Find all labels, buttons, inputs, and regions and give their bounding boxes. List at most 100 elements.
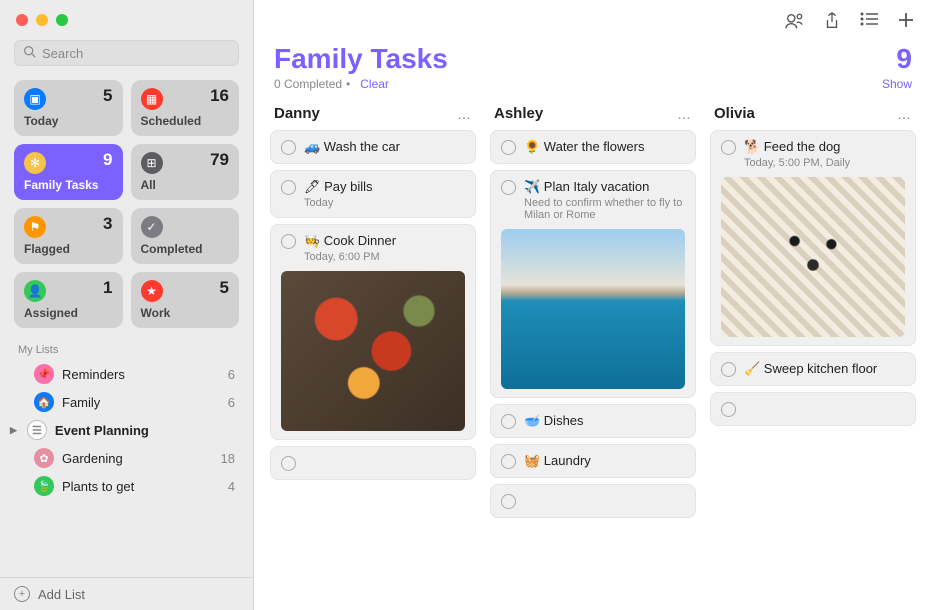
search-input[interactable]: Search bbox=[14, 40, 239, 66]
minimize-window-button[interactable] bbox=[36, 14, 48, 26]
task-title: 🖊 Pay bills bbox=[304, 179, 465, 195]
list-row-gardening[interactable]: ✿ Gardening 18 bbox=[0, 444, 253, 472]
task-title: 🧹 Sweep kitchen floor bbox=[744, 361, 905, 377]
smart-list-scheduled[interactable]: ▦ 16 Scheduled bbox=[131, 80, 240, 136]
flagged-icon: ⚑ bbox=[24, 216, 46, 238]
task-title bbox=[744, 401, 905, 415]
plus-circle-icon: + bbox=[14, 586, 30, 602]
list-count: 4 bbox=[228, 479, 235, 494]
smart-list-all[interactable]: ⊞ 79 All bbox=[131, 144, 240, 200]
list-row-plants[interactable]: 🍃 Plants to get 4 bbox=[0, 472, 253, 500]
close-window-button[interactable] bbox=[16, 14, 28, 26]
task-title: 🚙 Wash the car bbox=[304, 139, 465, 155]
task-title: 🥣 Dishes bbox=[524, 413, 685, 429]
task-radio[interactable] bbox=[501, 180, 516, 195]
list-header: Family Tasks 9 bbox=[254, 39, 932, 77]
task-radio[interactable] bbox=[281, 140, 296, 155]
smart-label: Assigned bbox=[24, 306, 113, 320]
group-lists: ✿ Gardening 18 🍃 Plants to get 4 bbox=[0, 444, 253, 500]
smart-list-family-tasks[interactable]: ✻ 9 Family Tasks bbox=[14, 144, 123, 200]
task-card[interactable]: 🧹 Sweep kitchen floor bbox=[710, 352, 916, 386]
column-menu-icon[interactable]: … bbox=[677, 106, 692, 122]
smart-count: 5 bbox=[220, 278, 229, 298]
folder-icon: ☰ bbox=[27, 420, 47, 440]
show-button[interactable]: Show bbox=[882, 77, 912, 91]
task-card[interactable]: 🧺 Laundry bbox=[490, 444, 696, 478]
smart-list-completed[interactable]: ✓ Completed bbox=[131, 208, 240, 264]
search-icon bbox=[23, 45, 36, 61]
list-name: Plants to get bbox=[62, 479, 220, 494]
fullscreen-window-button[interactable] bbox=[56, 14, 68, 26]
smart-label: Flagged bbox=[24, 242, 113, 256]
task-radio[interactable] bbox=[501, 494, 516, 509]
smart-label: Today bbox=[24, 114, 113, 128]
clear-button[interactable]: Clear bbox=[360, 77, 389, 91]
smart-label: Scheduled bbox=[141, 114, 230, 128]
list-icon: 📌 bbox=[34, 364, 54, 384]
task-radio[interactable] bbox=[281, 180, 296, 195]
add-reminder-icon[interactable] bbox=[898, 12, 914, 35]
list-count: 6 bbox=[228, 367, 235, 382]
sidebar: Search ▣ 5 Today ▦ 16 Scheduled ✻ 9 Fami… bbox=[0, 0, 254, 610]
add-list-button[interactable]: + Add List bbox=[0, 577, 253, 610]
search-placeholder: Search bbox=[42, 46, 83, 61]
column-danny: Danny … 🚙 Wash the car 🖊 Pay bills Today… bbox=[270, 103, 476, 610]
list-row-family[interactable]: 🏠 Family 6 bbox=[0, 388, 253, 416]
task-radio[interactable] bbox=[281, 456, 296, 471]
assigned-icon: 👤 bbox=[24, 280, 46, 302]
column-header: Danny … bbox=[270, 103, 476, 130]
column-ashley: Ashley … 🌻 Water the flowers ✈️ Plan Ita… bbox=[490, 103, 696, 610]
task-empty[interactable] bbox=[270, 446, 476, 480]
collaborate-icon[interactable] bbox=[784, 12, 804, 35]
task-empty[interactable] bbox=[490, 484, 696, 518]
share-icon[interactable] bbox=[824, 12, 840, 35]
smart-list-flagged[interactable]: ⚑ 3 Flagged bbox=[14, 208, 123, 264]
smart-list-assigned[interactable]: 👤 1 Assigned bbox=[14, 272, 123, 328]
list-row-reminders[interactable]: 📌 Reminders 6 bbox=[0, 360, 253, 388]
task-radio[interactable] bbox=[501, 414, 516, 429]
column-menu-icon[interactable]: … bbox=[457, 106, 472, 122]
smart-count: 16 bbox=[210, 86, 229, 106]
task-radio[interactable] bbox=[721, 362, 736, 377]
task-card[interactable]: 🐕 Feed the dog Today, 5:00 PM, Daily bbox=[710, 130, 916, 346]
smart-label: Work bbox=[141, 306, 230, 320]
smart-count: 5 bbox=[103, 86, 112, 106]
list-icon: ✿ bbox=[34, 448, 54, 468]
task-empty[interactable] bbox=[710, 392, 916, 426]
smart-count: 9 bbox=[103, 150, 112, 170]
list-name: Reminders bbox=[62, 367, 220, 382]
list-count: 18 bbox=[221, 451, 235, 466]
today-icon: ▣ bbox=[24, 88, 46, 110]
task-card[interactable]: ✈️ Plan Italy vacation Need to confirm w… bbox=[490, 170, 696, 398]
task-card[interactable]: 🌻 Water the flowers bbox=[490, 130, 696, 164]
task-radio[interactable] bbox=[721, 140, 736, 155]
task-card[interactable]: 🥣 Dishes bbox=[490, 404, 696, 438]
task-radio[interactable] bbox=[501, 454, 516, 469]
smart-list-today[interactable]: ▣ 5 Today bbox=[14, 80, 123, 136]
task-image bbox=[721, 177, 905, 337]
task-card[interactable]: 🧑‍🍳 Cook Dinner Today, 6:00 PM bbox=[270, 224, 476, 440]
completed-icon: ✓ bbox=[141, 216, 163, 238]
list-icon: 🍃 bbox=[34, 476, 54, 496]
smart-label: All bbox=[141, 178, 230, 192]
task-card[interactable]: 🚙 Wash the car bbox=[270, 130, 476, 164]
task-image bbox=[281, 271, 465, 431]
list-count: 9 bbox=[896, 43, 912, 75]
task-subtitle: Today bbox=[304, 197, 465, 209]
task-image bbox=[501, 229, 685, 389]
my-lists: 📌 Reminders 6 🏠 Family 6 bbox=[0, 360, 253, 416]
list-group-event-planning[interactable]: ▶ ☰ Event Planning bbox=[0, 416, 253, 444]
task-radio[interactable] bbox=[501, 140, 516, 155]
task-subtitle: Need to confirm whether to fly to Milan … bbox=[524, 197, 685, 221]
smart-list-work[interactable]: ★ 5 Work bbox=[131, 272, 240, 328]
column-menu-icon[interactable]: … bbox=[897, 106, 912, 122]
task-title: 🐕 Feed the dog bbox=[744, 139, 905, 155]
work-icon: ★ bbox=[141, 280, 163, 302]
task-radio[interactable] bbox=[721, 402, 736, 417]
view-options-icon[interactable] bbox=[860, 12, 878, 35]
smart-label: Completed bbox=[141, 242, 230, 256]
main-content: Family Tasks 9 0 Completed • Clear Show … bbox=[254, 0, 932, 610]
my-lists-header: My Lists bbox=[0, 338, 253, 360]
task-card[interactable]: 🖊 Pay bills Today bbox=[270, 170, 476, 218]
task-radio[interactable] bbox=[281, 234, 296, 249]
